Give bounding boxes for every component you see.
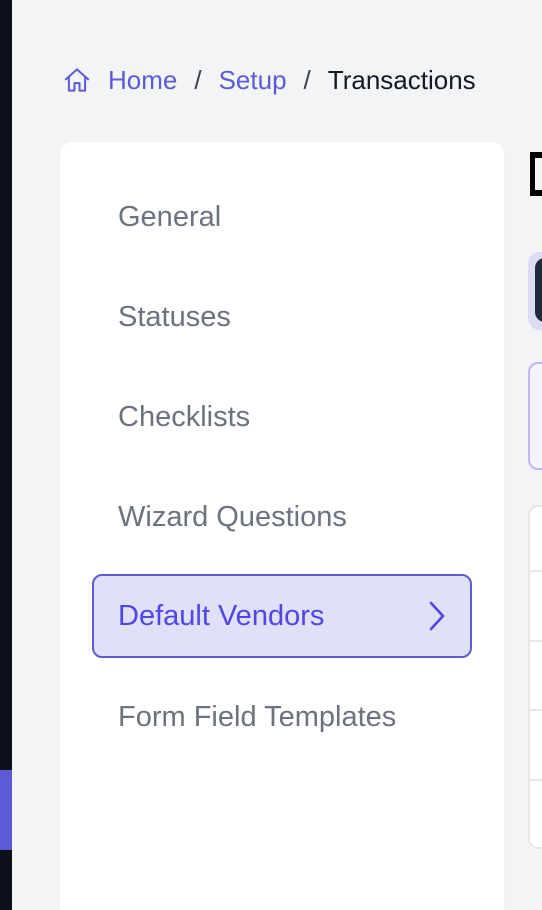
settings-nav-card: General Statuses Checklists Wizard Quest… [60, 142, 504, 910]
nav-item-statuses[interactable]: Statuses [92, 275, 472, 359]
page: Home / Setup / Transactions General Stat… [0, 0, 542, 910]
nav-item-form-field-templates[interactable]: Form Field Templates [92, 675, 472, 759]
vendors-list [528, 505, 542, 849]
nav-item-label: Form Field Templates [118, 700, 397, 733]
nav-item-label: Default Vendors [118, 599, 325, 632]
nav-item-default-vendors[interactable]: Default Vendors [92, 574, 472, 658]
list-row-divider [530, 640, 542, 642]
page-heading-fragment [530, 152, 542, 196]
breadcrumb-separator: / [194, 64, 202, 95]
home-icon[interactable] [62, 65, 92, 95]
breadcrumb-separator: / [303, 64, 311, 95]
breadcrumb-home[interactable]: Home [108, 65, 177, 96]
breadcrumb-setup[interactable]: Setup [219, 65, 287, 96]
nav-item-label: Statuses [118, 300, 231, 333]
chevron-right-icon [426, 600, 448, 632]
nav-item-checklists[interactable]: Checklists [92, 375, 472, 459]
breadcrumb-current: Transactions [327, 64, 476, 95]
nav-item-wizard-questions[interactable]: Wizard Questions [92, 475, 472, 559]
app-sidebar-active-indicator[interactable] [0, 770, 12, 850]
info-notice [528, 362, 542, 470]
nav-item-label: General [118, 200, 222, 233]
breadcrumb: Home / Setup / Transactions [62, 60, 476, 100]
list-row-divider [530, 779, 542, 781]
nav-item-general[interactable]: General [92, 175, 472, 259]
nav-item-label: Wizard Questions [118, 500, 347, 533]
action-button[interactable] [535, 258, 542, 322]
list-row-divider [530, 709, 542, 711]
nav-item-label: Checklists [118, 400, 251, 433]
list-row-divider [530, 570, 542, 572]
